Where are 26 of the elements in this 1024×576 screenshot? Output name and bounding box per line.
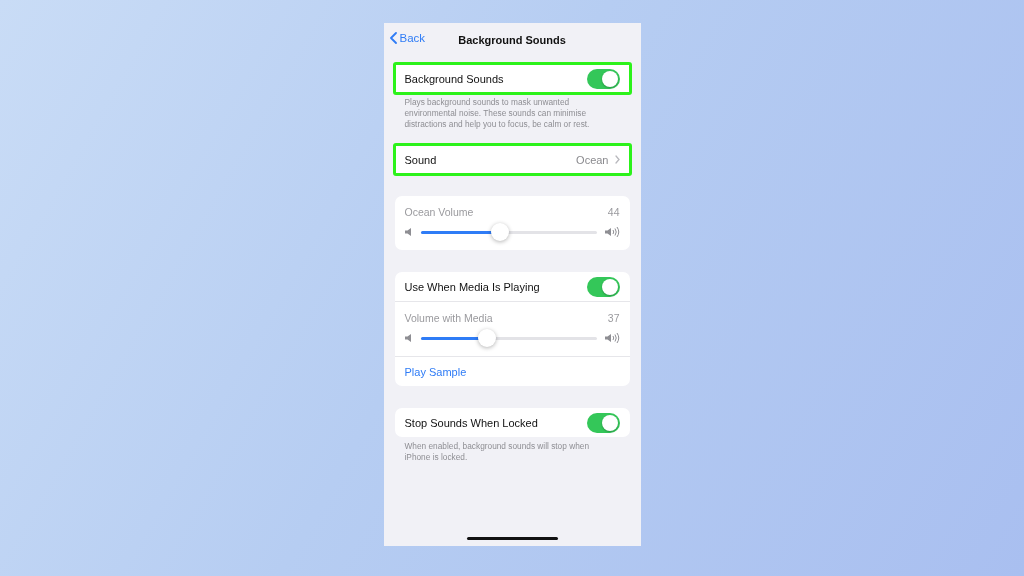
play-sample-link[interactable]: Play Sample: [404, 365, 467, 378]
setting-label: Background Sounds: [404, 72, 504, 85]
slider-thumb[interactable]: [490, 222, 509, 241]
toggle-switch[interactable]: [586, 68, 620, 89]
slider-value: 37: [607, 312, 620, 325]
setting-label: Use When Media Is Playing: [404, 280, 540, 293]
chevron-left-icon: [389, 32, 397, 44]
slider-thumb[interactable]: [478, 328, 497, 347]
footer-note: Plays background sounds to mask unwanted environmental noise. These sounds can minimise distractions and help you to focus, be calm or rest.: [403, 96, 591, 130]
back-button[interactable]: Back: [389, 32, 426, 44]
speaker-high-icon: [604, 332, 620, 345]
setting-label: Stop Sounds When Locked: [404, 416, 538, 429]
speaker-low-icon: [404, 333, 413, 344]
speaker-high-icon: [604, 226, 620, 239]
settings-row[interactable]: Sound Ocean: [394, 145, 630, 175]
setting-value: Ocean: [576, 153, 609, 166]
speaker-low-icon: [404, 227, 413, 238]
slider-label: Volume with Media: [404, 312, 493, 325]
chevron-right-icon: [614, 155, 620, 165]
toggle-switch[interactable]: [586, 276, 620, 297]
slider-value: 44: [607, 206, 620, 219]
toggle-switch[interactable]: [586, 412, 620, 433]
footer-note: When enabled, background sounds will stop when iPhone is locked.: [403, 440, 590, 463]
slider-label: Ocean Volume: [404, 206, 474, 219]
screen-title: Background Sounds: [458, 34, 566, 46]
setting-label: Sound: [404, 153, 437, 166]
